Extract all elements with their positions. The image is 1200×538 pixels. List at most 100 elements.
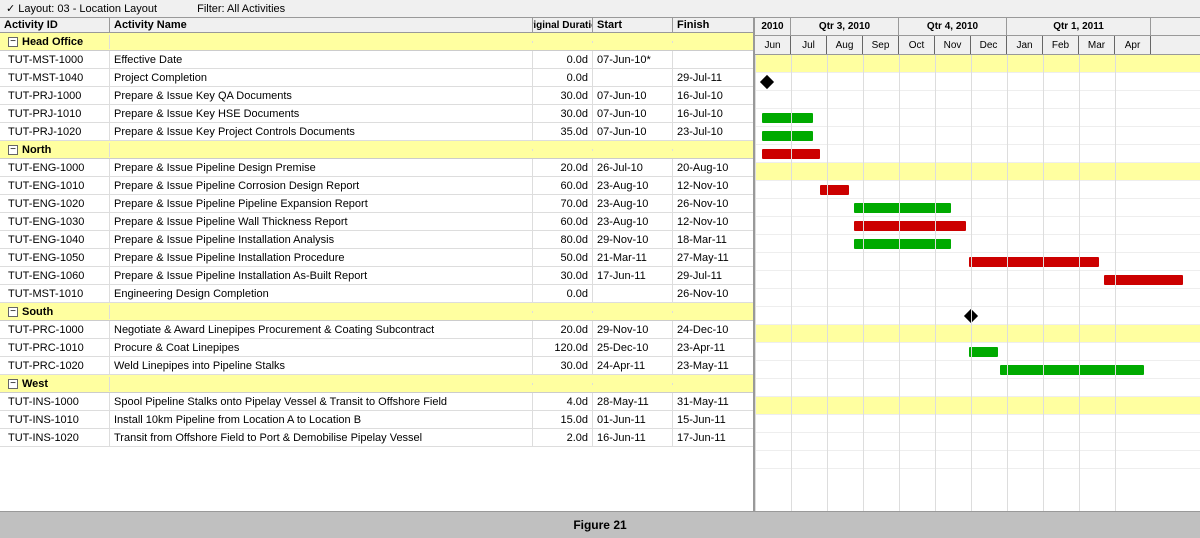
table-header: Activity ID Activity Name Original Durat… <box>0 18 753 33</box>
cell-id-0-1: TUT-MST-1040 <box>0 69 110 86</box>
gantt-vline <box>1079 55 1080 511</box>
table-row[interactable]: TUT-MST-1040 Project Completion 0.0d 29-… <box>0 69 753 87</box>
cell-name-0-4: Prepare & Issue Key Project Controls Doc… <box>110 123 533 140</box>
group-toggle-0[interactable]: − Head Office <box>0 35 110 49</box>
group-name-cell-2 <box>110 311 533 313</box>
gantt-row <box>755 289 1200 307</box>
cell-name-2-2: Weld Linepipes into Pipeline Stalks <box>110 357 533 374</box>
cell-dur-1-7: 0.0d <box>533 285 593 302</box>
cell-finish-1-2: 26-Nov-10 <box>673 195 753 212</box>
cell-finish-1-1: 12-Nov-10 <box>673 177 753 194</box>
gantt-vline <box>755 55 756 511</box>
cell-start-2-2: 24-Apr-11 <box>593 357 673 374</box>
cell-start-1-6: 17-Jun-11 <box>593 267 673 284</box>
group-finish-1 <box>673 149 753 151</box>
gantt-bar <box>1000 365 1144 375</box>
left-table: Activity ID Activity Name Original Durat… <box>0 18 755 511</box>
cell-name-3-2: Transit from Offshore Field to Port & De… <box>110 429 533 446</box>
gantt-header-row1: 2010Qtr 3, 2010Qtr 4, 2010Qtr 1, 2011 <box>755 18 1200 36</box>
table-row[interactable]: TUT-PRC-1000 Negotiate & Award Linepipes… <box>0 321 753 339</box>
table-row[interactable]: TUT-ENG-1040 Prepare & Issue Pipeline In… <box>0 231 753 249</box>
group-dur-0 <box>533 41 593 43</box>
table-row[interactable]: TUT-MST-1010 Engineering Design Completi… <box>0 285 753 303</box>
cell-id-1-1: TUT-ENG-1010 <box>0 177 110 194</box>
gantt-row <box>755 307 1200 325</box>
table-row[interactable]: TUT-ENG-1010 Prepare & Issue Pipeline Co… <box>0 177 753 195</box>
cell-id-1-4: TUT-ENG-1040 <box>0 231 110 248</box>
cell-dur-0-2: 30.0d <box>533 87 593 104</box>
cell-start-1-5: 21-Mar-11 <box>593 249 673 266</box>
gantt-row <box>755 343 1200 361</box>
cell-name-1-2: Prepare & Issue Pipeline Pipeline Expans… <box>110 195 533 212</box>
cell-finish-1-6: 29-Jul-11 <box>673 267 753 284</box>
group-header-south: − South <box>0 303 753 321</box>
cell-id-0-4: TUT-PRJ-1020 <box>0 123 110 140</box>
main-container: ✓ Layout: 03 - Location Layout Filter: A… <box>0 0 1200 538</box>
table-row[interactable]: TUT-INS-1020 Transit from Offshore Field… <box>0 429 753 447</box>
cell-dur-3-1: 15.0d <box>533 411 593 428</box>
gantt-header-row2: JunJulAugSepOctNovDecJanFebMarApr <box>755 36 1200 54</box>
cell-dur-0-0: 0.0d <box>533 51 593 68</box>
cell-start-1-2: 23-Aug-10 <box>593 195 673 212</box>
group-header-west: − West <box>0 375 753 393</box>
gantt-body <box>755 55 1200 511</box>
gantt-row <box>755 379 1200 397</box>
gantt-bar <box>762 131 812 141</box>
month-label-oct: Oct <box>899 36 935 54</box>
group-start-0 <box>593 41 673 43</box>
table-row[interactable]: TUT-PRJ-1010 Prepare & Issue Key HSE Doc… <box>0 105 753 123</box>
group-finish-0 <box>673 41 753 43</box>
group-toggle-3[interactable]: − West <box>0 377 110 391</box>
table-row[interactable]: TUT-PRJ-1020 Prepare & Issue Key Project… <box>0 123 753 141</box>
gantt-bar <box>820 185 849 195</box>
month-label-feb: Feb <box>1043 36 1079 54</box>
top-bar: ✓ Layout: 03 - Location Layout Filter: A… <box>0 0 1200 18</box>
gantt-vline <box>1007 55 1008 511</box>
gantt-header: 2010Qtr 3, 2010Qtr 4, 2010Qtr 1, 2011 Ju… <box>755 18 1200 55</box>
gantt-bar <box>1104 275 1183 285</box>
table-row[interactable]: TUT-ENG-1000 Prepare & Issue Pipeline De… <box>0 159 753 177</box>
cell-id-3-1: TUT-INS-1010 <box>0 411 110 428</box>
cell-start-0-0: 07-Jun-10* <box>593 51 673 68</box>
table-row[interactable]: TUT-ENG-1050 Prepare & Issue Pipeline In… <box>0 249 753 267</box>
cell-id-3-2: TUT-INS-1020 <box>0 429 110 446</box>
cell-id-1-2: TUT-ENG-1020 <box>0 195 110 212</box>
cell-id-0-2: TUT-PRJ-1000 <box>0 87 110 104</box>
milestone <box>760 75 774 89</box>
table-row[interactable]: TUT-INS-1010 Install 10km Pipeline from … <box>0 411 753 429</box>
cell-name-1-7: Engineering Design Completion <box>110 285 533 302</box>
table-row[interactable]: TUT-ENG-1060 Prepare & Issue Pipeline In… <box>0 267 753 285</box>
cell-name-0-0: Effective Date <box>110 51 533 68</box>
cell-start-1-4: 29-Nov-10 <box>593 231 673 248</box>
table-row[interactable]: TUT-PRJ-1000 Prepare & Issue Key QA Docu… <box>0 87 753 105</box>
gantt-row <box>755 415 1200 433</box>
cell-dur-2-0: 20.0d <box>533 321 593 338</box>
month-label-apr: Apr <box>1115 36 1151 54</box>
table-row[interactable]: TUT-ENG-1030 Prepare & Issue Pipeline Wa… <box>0 213 753 231</box>
header-orig-dur: Original Duration <box>533 18 593 32</box>
cell-dur-1-6: 30.0d <box>533 267 593 284</box>
gantt-bar <box>762 113 812 123</box>
group-toggle-2[interactable]: − South <box>0 305 110 319</box>
cell-name-1-6: Prepare & Issue Pipeline Installation As… <box>110 267 533 284</box>
content-area: Activity ID Activity Name Original Durat… <box>0 18 1200 511</box>
cell-name-2-1: Procure & Coat Linepipes <box>110 339 533 356</box>
cell-finish-1-3: 12-Nov-10 <box>673 213 753 230</box>
header-finish: Finish <box>673 18 753 32</box>
table-row[interactable]: TUT-MST-1000 Effective Date 0.0d 07-Jun-… <box>0 51 753 69</box>
cell-name-3-0: Spool Pipeline Stalks onto Pipelay Vesse… <box>110 393 533 410</box>
gantt-bar <box>854 221 966 231</box>
cell-dur-2-2: 30.0d <box>533 357 593 374</box>
cell-name-1-0: Prepare & Issue Pipeline Design Premise <box>110 159 533 176</box>
table-row[interactable]: TUT-ENG-1020 Prepare & Issue Pipeline Pi… <box>0 195 753 213</box>
table-row[interactable]: TUT-PRC-1010 Procure & Coat Linepipes 12… <box>0 339 753 357</box>
cell-start-2-0: 29-Nov-10 <box>593 321 673 338</box>
table-row[interactable]: TUT-INS-1000 Spool Pipeline Stalks onto … <box>0 393 753 411</box>
cell-name-0-1: Project Completion <box>110 69 533 86</box>
gantt-row <box>755 235 1200 253</box>
gantt-row <box>755 55 1200 73</box>
table-row[interactable]: TUT-PRC-1020 Weld Linepipes into Pipelin… <box>0 357 753 375</box>
month-label-mar: Mar <box>1079 36 1115 54</box>
group-toggle-1[interactable]: − North <box>0 143 110 157</box>
gantt-row <box>755 163 1200 181</box>
